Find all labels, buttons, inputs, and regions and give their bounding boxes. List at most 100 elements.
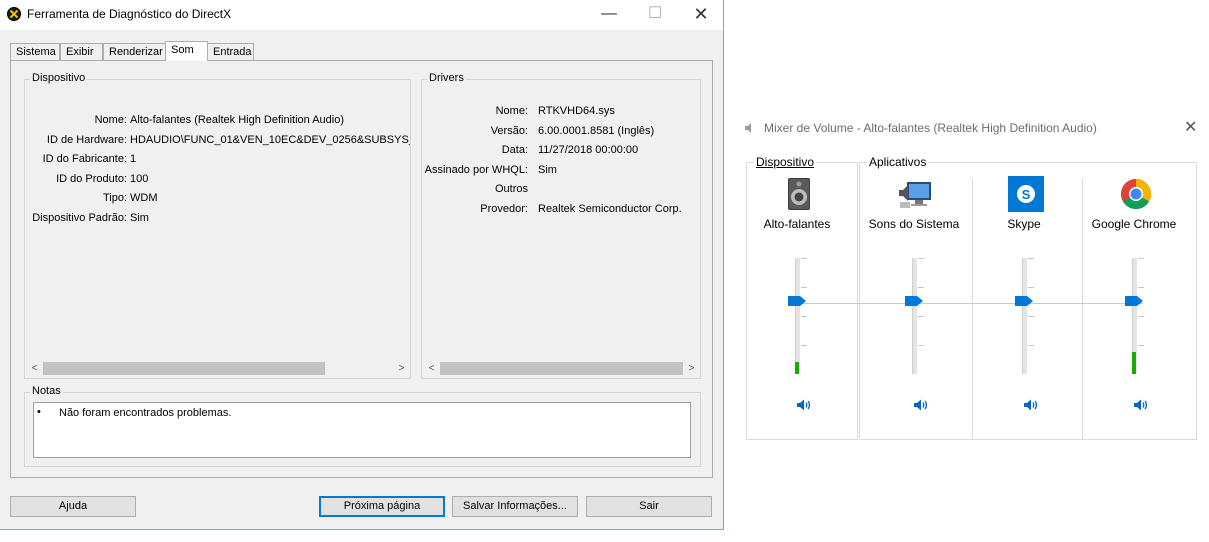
channel-name: Alto-falantes [763, 217, 831, 231]
apps-section-label: Aplicativos [867, 155, 929, 169]
device-key: Nome: [94, 114, 127, 126]
channel-sons-do-sistema: Sons do Sistema [859, 174, 969, 422]
driver-key: Data: [501, 144, 528, 156]
channel-name: Google Chrome [1091, 217, 1177, 231]
device-horizontal-scrollbar[interactable]: < > [26, 360, 410, 377]
mute-toggle-icon[interactable] [1023, 398, 1037, 412]
speaker-icon [788, 178, 810, 210]
driver-key: Provedor: [480, 202, 528, 215]
scroll-right-arrow[interactable]: > [393, 360, 410, 377]
device-value: Sim [130, 211, 149, 224]
driver-row-others: Outros [423, 180, 700, 200]
device-section-label: Dispositivo [754, 155, 817, 169]
device-info-area: Nome: Alto-falantes (Realtek High Defini… [26, 89, 410, 378]
help-button-label: Ajuda [58, 500, 88, 512]
help-button[interactable]: Ajuda [10, 496, 136, 517]
device-value: 1 [130, 153, 137, 165]
mute-toggle-icon[interactable] [1133, 398, 1147, 412]
driver-row-provider: Provedor: Realtek Semiconductor Corp. [423, 200, 700, 220]
channel-skype: S Skype [969, 174, 1079, 422]
directx-icon [7, 7, 21, 21]
system-sounds-icon [899, 182, 931, 208]
driver-value: 6.00.0001.8581 (Inglês) [538, 124, 655, 137]
device-key: Dispositivo Padrão: [32, 211, 127, 224]
volume-slider-thumb[interactable] [788, 295, 806, 306]
tab-sistema[interactable]: Sistema [10, 43, 60, 60]
device-row-default: Dispositivo Padrão: Sim [26, 209, 410, 229]
device-row-vendor-id: ID do Fabricante: 1 [26, 150, 410, 170]
exit-button-label: Sair [639, 500, 659, 512]
minimize-button[interactable]: — [586, 0, 632, 30]
driver-row-name: Nome: RTKVHD64.sys [423, 102, 700, 122]
device-key: ID do Produto: [56, 172, 127, 185]
driver-value: Sim [538, 163, 557, 176]
driver-value: 11/27/2018 00:00:00 [538, 144, 639, 156]
mute-toggle-icon[interactable] [796, 398, 810, 412]
device-info-list: Nome: Alto-falantes (Realtek High Defini… [26, 111, 410, 231]
skype-icon: S [1008, 176, 1044, 212]
scroll-left-arrow[interactable]: < [423, 360, 440, 377]
save-info-button-label: Salvar Informações... [463, 500, 567, 512]
device-row-hardware-id: ID de Hardware: HDAUDIO\FUNC_01&VEN_10EC… [26, 131, 410, 151]
drivers-info-list: Nome: RTKVHD64.sys Versão: 6.00.0001.858… [423, 102, 700, 222]
mixer-close-button[interactable]: ✕ [1184, 117, 1197, 137]
scroll-thumb[interactable] [43, 362, 325, 375]
slider-ticks [801, 258, 807, 374]
close-button[interactable]: ✕ [678, 0, 724, 30]
tab-som[interactable]: Som [165, 41, 208, 61]
driver-key: Outros [494, 183, 528, 195]
volume-slider-thumb[interactable] [1015, 295, 1033, 306]
driver-value: RTKVHD64.sys [538, 105, 615, 117]
next-page-button[interactable]: Próxima página [319, 496, 445, 517]
driver-row-whql: Assinado por WHQL: Sim [423, 161, 700, 181]
scroll-right-arrow[interactable]: > [683, 360, 700, 377]
volume-slider-track[interactable] [795, 258, 800, 374]
device-row-type: Tipo: WDM [26, 189, 410, 209]
mute-toggle-icon[interactable] [913, 398, 927, 412]
title-bar: Ferramenta de Diagnóstico do DirectX — ☐… [0, 0, 723, 30]
device-group-legend: Dispositivo [30, 72, 88, 84]
device-key: Tipo: [102, 192, 127, 204]
device-row-name: Nome: Alto-falantes (Realtek High Defini… [26, 111, 410, 131]
volume-slider-thumb[interactable] [1125, 295, 1143, 306]
device-key: ID de Hardware: [46, 133, 127, 146]
exit-button[interactable]: Sair [586, 496, 712, 517]
volume-slider-thumb[interactable] [905, 295, 923, 306]
maximize-button[interactable]: ☐ [632, 0, 678, 30]
tab-exibir[interactable]: Exibir [60, 43, 103, 60]
device-key: ID do Fabricante: [42, 153, 127, 165]
peak-meter [795, 362, 799, 374]
volume-slider-track[interactable] [1022, 258, 1027, 374]
notes-text: Não foram encontrados problemas. [59, 407, 232, 419]
tab-renderizar[interactable]: Renderizar [103, 43, 166, 60]
scroll-left-arrow[interactable]: < [26, 360, 43, 377]
slider-ticks [1138, 258, 1144, 374]
notes-textbox[interactable]: • Não foram encontrados problemas. [33, 402, 691, 458]
driver-key: Assinado por WHQL: [424, 163, 528, 176]
scroll-thumb[interactable] [440, 362, 683, 375]
device-value: WDM [130, 192, 158, 204]
drivers-group-legend: Drivers [427, 72, 466, 84]
channel-alto-falantes: Alto-falantes [742, 174, 852, 422]
next-page-button-label: Próxima página [343, 500, 421, 512]
device-value: Alto-falantes (Realtek High Definition A… [130, 114, 345, 126]
save-info-button[interactable]: Salvar Informações... [452, 496, 578, 517]
channel-google-chrome: Google Chrome [1079, 174, 1189, 422]
device-row-product-id: ID do Produto: 100 [26, 170, 410, 190]
svg-text:S: S [1022, 187, 1031, 202]
tab-entrada[interactable]: Entrada [207, 43, 254, 60]
chrome-icon [1120, 179, 1152, 210]
speaker-title-icon [745, 123, 751, 133]
dxdiag-window: Ferramenta de Diagnóstico do DirectX — ☐… [0, 0, 724, 530]
slider-ticks [1028, 258, 1034, 374]
mixer-title: Mixer de Volume - Alto-falantes (Realtek… [764, 121, 1097, 135]
window-title: Ferramenta de Diagnóstico do DirectX [27, 7, 232, 21]
drivers-info-area: Nome: RTKVHD64.sys Versão: 6.00.0001.858… [423, 89, 700, 378]
volume-mixer-window: Mixer de Volume - Alto-falantes (Realtek… [734, 112, 1209, 530]
drivers-horizontal-scrollbar[interactable]: < > [423, 360, 700, 377]
driver-value: Realtek Semiconductor Corp. [538, 202, 682, 215]
device-value: 100 [130, 172, 149, 185]
driver-key: Versão: [490, 124, 528, 137]
volume-slider-track[interactable] [912, 258, 917, 374]
device-value: HDAUDIO\FUNC_01&VEN_10EC&DEV_0256&SUBSYS… [130, 133, 410, 146]
